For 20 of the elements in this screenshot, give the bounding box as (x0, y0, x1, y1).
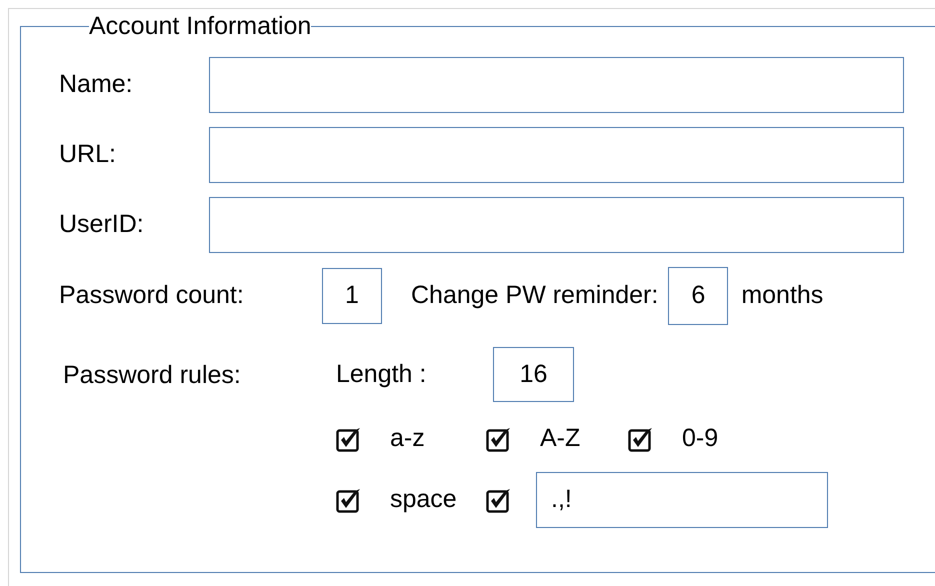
field-label: Password count: (59, 280, 245, 312)
text-field[interactable] (209, 127, 904, 183)
group-title: Account Information (89, 11, 312, 41)
length-label: Length : (336, 358, 428, 390)
unit-label: months (741, 280, 824, 312)
checkbox-label: 0-9 (682, 423, 718, 454)
field-label: Password rules: (63, 360, 242, 391)
text-field[interactable]: .,! (536, 472, 828, 528)
length-field[interactable]: 16 (493, 347, 574, 402)
field-label: URL: (59, 139, 117, 170)
checkbox-label: space (390, 484, 457, 515)
field-label: Name: (59, 69, 134, 100)
checkbox-label: a-z (390, 423, 425, 454)
field-label: UserID: (59, 209, 145, 240)
password-count-field[interactable]: 1 (322, 268, 382, 324)
checkbox-label: A-Z (540, 423, 580, 454)
text-field[interactable] (209, 197, 904, 253)
field-label: Change PW reminder: (411, 280, 658, 312)
reminder-field[interactable]: 6 (668, 267, 728, 325)
text-field[interactable] (209, 57, 904, 113)
